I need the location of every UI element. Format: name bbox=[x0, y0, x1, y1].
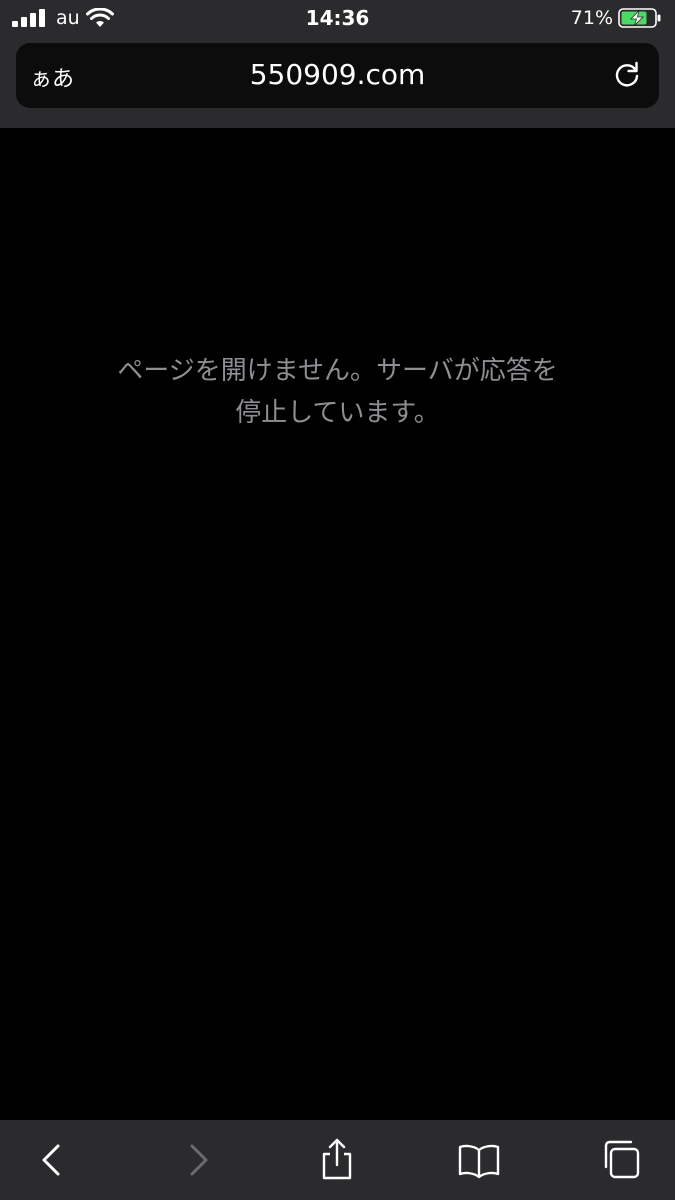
tabs-button[interactable] bbox=[599, 1138, 643, 1182]
back-button[interactable] bbox=[30, 1138, 74, 1182]
open-book-icon bbox=[458, 1144, 500, 1179]
address-bar[interactable]: ぁあ 550909.com bbox=[16, 43, 659, 108]
battery-charging-icon bbox=[618, 8, 661, 28]
bottom-toolbar bbox=[0, 1120, 675, 1200]
status-bar: au 14:36 71% bbox=[0, 0, 675, 38]
url-text[interactable]: 550909.com bbox=[16, 58, 659, 91]
browser-top-chrome: au 14:36 71% ぁあ 550909.com bbox=[0, 0, 675, 128]
phone-screen: au 14:36 71% ぁあ 550909.com ページを開けません。サーバ… bbox=[0, 0, 675, 1200]
reload-icon[interactable] bbox=[611, 59, 643, 91]
error-message-line2: 停止しています。 bbox=[235, 398, 440, 428]
battery-percent: 71% bbox=[570, 7, 613, 29]
share-icon bbox=[322, 1138, 352, 1180]
error-message-line1: ページを開けません。サーバが応答を bbox=[117, 356, 558, 386]
chevron-left-icon bbox=[42, 1144, 60, 1176]
page-content: ページを開けません。サーバが応答を 停止しています。 bbox=[0, 128, 675, 1120]
chevron-right-icon bbox=[190, 1144, 208, 1176]
error-message: ページを開けません。サーバが応答を 停止しています。 bbox=[80, 350, 595, 434]
forward-button[interactable] bbox=[176, 1138, 220, 1182]
bookmarks-button[interactable] bbox=[457, 1138, 501, 1182]
tabs-icon bbox=[604, 1140, 640, 1179]
share-button[interactable] bbox=[315, 1138, 359, 1182]
